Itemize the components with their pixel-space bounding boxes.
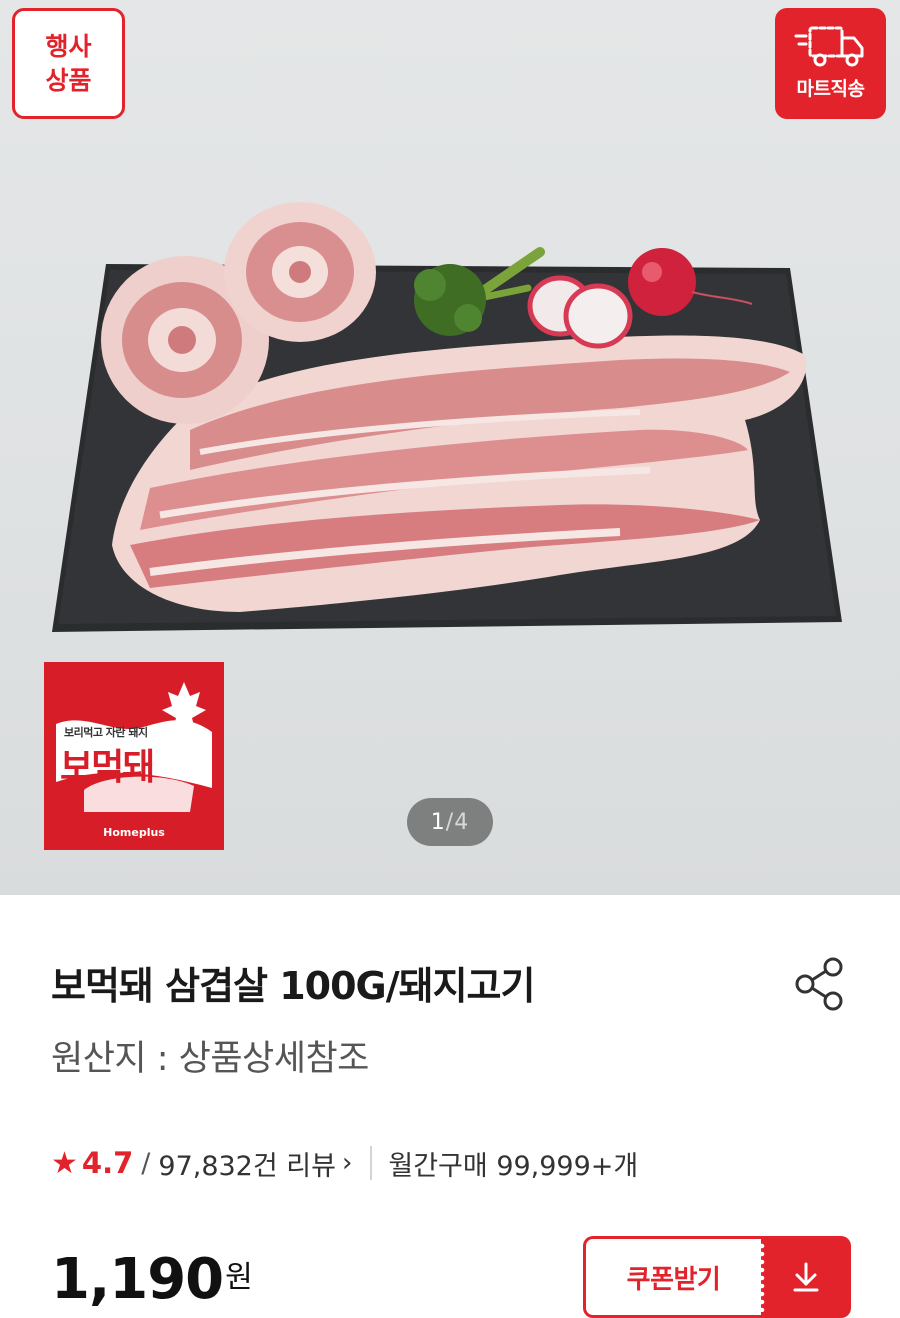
coupon-label: 쿠폰받기: [626, 1264, 721, 1295]
price: 1,190 원: [51, 1248, 253, 1312]
monthly-purchase-count: 월간구매 99,999+개: [388, 1150, 639, 1182]
sale-product-badge: 행사 상품: [12, 8, 125, 119]
product-image-gallery[interactable]: 행사 상품 마트직송 보리먹고 자란 돼지 보먹돼 Homeplus 1 / 4: [0, 0, 900, 895]
delivery-truck-icon: [794, 26, 863, 67]
share-icon[interactable]: [790, 952, 850, 1012]
star-icon: ★: [51, 1145, 78, 1181]
gallery-total-pages: 4: [454, 809, 470, 835]
origin-value: 상품상세참조: [178, 1039, 370, 1079]
direct-delivery-label: 마트직송: [796, 78, 865, 100]
origin-label: 원산지 :: [51, 1039, 179, 1079]
rating-score: 4.7: [81, 1146, 134, 1180]
product-title: 보먹돼 삼겹살 100G/돼지고기: [51, 964, 535, 1008]
price-amount: 1,190: [51, 1247, 224, 1312]
brand-logo-name: 보먹돼: [60, 747, 155, 788]
mart-direct-delivery-badge: 마트직송: [775, 8, 886, 119]
chevron-right-icon[interactable]: ›: [342, 1148, 352, 1178]
brand-logo: 보리먹고 자란 돼지 보먹돼 Homeplus: [44, 662, 224, 850]
coupon-perforation: [759, 1242, 765, 1312]
price-unit: 원: [225, 1260, 253, 1295]
coupon-download-button[interactable]: 쿠폰받기: [583, 1236, 851, 1318]
coupon-download-area[interactable]: [759, 1236, 851, 1318]
rating-divider: [370, 1146, 373, 1180]
rating-row: ★ 4.7 / 97,832건 리뷰 › 월간구매 99,999+개: [51, 1143, 638, 1183]
download-icon: [793, 1262, 819, 1292]
gallery-page-indicator: 1/4: [407, 798, 493, 846]
sale-badge-line1: 행사: [45, 31, 92, 61]
coupon-label-area[interactable]: 쿠폰받기: [583, 1236, 761, 1318]
gallery-page-separator: /: [445, 809, 455, 835]
rating-slash: /: [141, 1147, 151, 1179]
gallery-current-page: 1: [430, 809, 446, 835]
review-count-link[interactable]: 97,832건 리뷰: [158, 1144, 336, 1183]
brand-logo-maker: Homeplus: [103, 826, 165, 839]
sale-badge-line2: 상품: [45, 65, 92, 95]
origin-info: 원산지 : 상품상세참조: [51, 1030, 369, 1081]
